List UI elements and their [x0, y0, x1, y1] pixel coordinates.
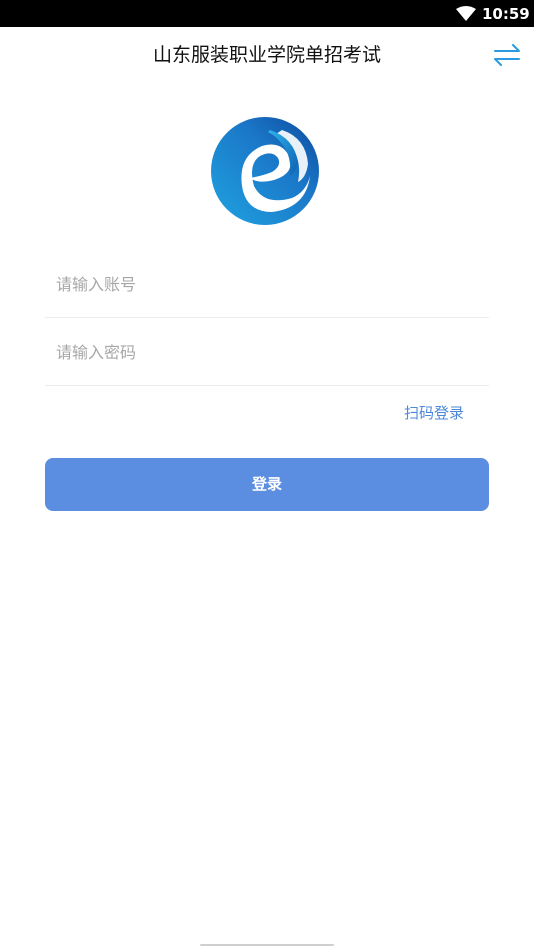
page-title: 山东服装职业学院单招考试 [152, 44, 381, 66]
status-bar: 10:59 [0, 0, 534, 27]
account-field [45, 250, 489, 318]
account-input[interactable] [56, 264, 476, 304]
wifi-icon [456, 6, 476, 21]
password-input[interactable] [56, 332, 476, 372]
e-logo-icon [211, 117, 319, 225]
scan-login-link[interactable]: 扫码登录 [404, 402, 464, 424]
home-indicator [200, 944, 334, 946]
app-bar: 山东服装职业学院单招考试 [0, 27, 534, 83]
status-time: 10:59 [482, 5, 530, 23]
swap-arrows-icon[interactable] [492, 42, 522, 68]
login-button[interactable]: 登录 [45, 458, 489, 511]
password-field [45, 318, 489, 386]
